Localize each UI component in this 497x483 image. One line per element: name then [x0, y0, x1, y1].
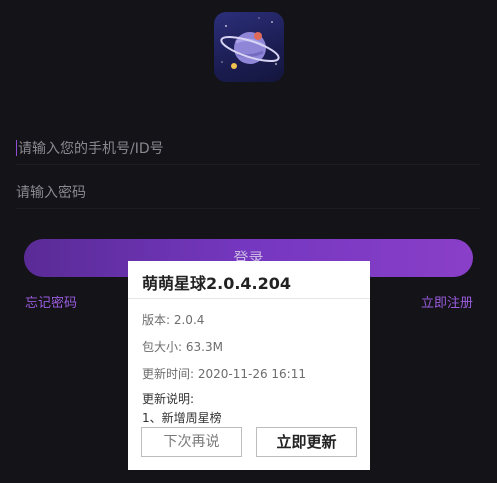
password-input[interactable]: 请输入密码	[16, 182, 476, 202]
phone-placeholder: 请输入您的手机号/ID号	[18, 141, 164, 157]
later-button-label: 下次再说	[163, 434, 220, 450]
update-now-button-label: 立即更新	[276, 433, 337, 451]
register-link[interactable]: 立即注册	[421, 292, 473, 311]
forgot-password-link[interactable]: 忘记密码	[25, 292, 77, 311]
notes-item: 1、新增周星榜	[142, 411, 222, 425]
phone-input[interactable]: 请输入您的手机号/ID号	[16, 138, 476, 158]
update-now-button[interactable]: 立即更新	[256, 427, 357, 457]
text-cursor	[16, 140, 17, 156]
update-time-text: 更新时间: 2020-11-26 16:11	[142, 367, 306, 381]
notes-title: 更新说明:	[142, 392, 195, 406]
dialog-title: 萌萌星球2.0.4.204	[142, 274, 292, 293]
phone-underline	[16, 164, 480, 165]
password-underline	[16, 208, 480, 209]
later-button[interactable]: 下次再说	[141, 427, 242, 457]
update-dialog: 萌萌星球2.0.4.204 版本: 2.0.4 包大小: 63.3M 更新时间:…	[128, 261, 370, 470]
password-placeholder: 请输入密码	[16, 185, 86, 201]
size-text: 包大小: 63.3M	[142, 340, 223, 354]
version-text: 版本: 2.0.4	[142, 313, 205, 327]
app-logo-icon	[214, 12, 284, 82]
dialog-divider	[128, 298, 370, 299]
